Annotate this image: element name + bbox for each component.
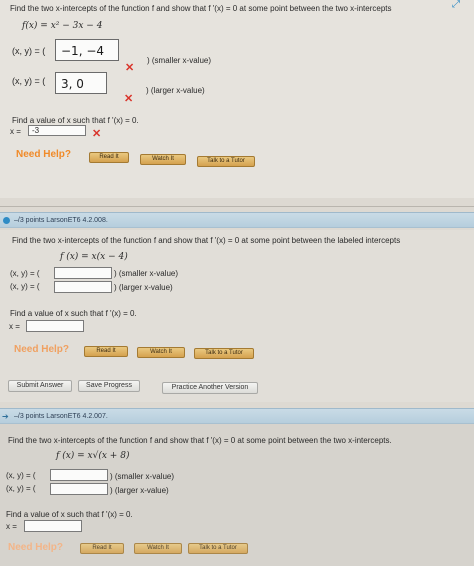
read-it-button[interactable]: Read It bbox=[84, 346, 128, 357]
smaller-x-answer-field[interactable] bbox=[54, 267, 112, 279]
practice-another-version-button[interactable]: Practice Another Version bbox=[162, 382, 258, 394]
larger-x-answer-field[interactable] bbox=[54, 281, 112, 293]
points-label: –/3 points LarsonET6 4.2.008. bbox=[14, 217, 108, 224]
talk-to-tutor-button[interactable]: Talk to a Tutor bbox=[188, 543, 248, 554]
read-it-button[interactable]: Read It bbox=[89, 152, 129, 163]
xy-label: (x, y) = ( bbox=[12, 46, 46, 56]
question-1: ⤢ Find the two x-intercepts of the funct… bbox=[0, 0, 474, 198]
larger-x-answer-field[interactable]: 3, 0 bbox=[55, 72, 107, 94]
larger-x-hint: ) (larger x-value) bbox=[114, 283, 173, 292]
xy-label: (x, y) = ( bbox=[12, 76, 46, 86]
incorrect-icon: ✕ bbox=[92, 128, 102, 140]
need-help-label: Need Help? bbox=[14, 344, 70, 355]
expand-icon[interactable]: ⤢ bbox=[452, 0, 470, 10]
smaller-x-hint: ) (smaller x-value) bbox=[147, 56, 212, 65]
talk-to-tutor-button[interactable]: Talk to a Tutor bbox=[197, 156, 255, 167]
question-2: Find the two x-intercepts of the functio… bbox=[0, 230, 474, 402]
chevron-right-icon: ➔ bbox=[2, 412, 9, 421]
xy-label: (x, y) = ( bbox=[10, 269, 40, 278]
save-progress-button[interactable]: Save Progress bbox=[78, 380, 140, 392]
larger-x-hint: ) (larger x-value) bbox=[146, 86, 205, 95]
x-answer-field[interactable]: -3 bbox=[28, 125, 86, 136]
section-divider bbox=[0, 206, 474, 207]
incorrect-icon: ✕ bbox=[124, 93, 134, 105]
watch-it-button[interactable]: Watch It bbox=[134, 543, 182, 554]
x-label: x = bbox=[9, 322, 20, 331]
question-3-header: ➔ –/3 points LarsonET6 4.2.007. bbox=[0, 408, 474, 424]
submit-answer-button[interactable]: Submit Answer bbox=[8, 380, 72, 392]
xy-label: (x, y) = ( bbox=[6, 471, 36, 480]
larger-x-hint: ) (larger x-value) bbox=[110, 486, 169, 495]
talk-to-tutor-button[interactable]: Talk to a Tutor bbox=[194, 348, 254, 359]
question-prompt: Find the two x-intercepts of the functio… bbox=[10, 4, 392, 13]
read-it-button[interactable]: Read It bbox=[80, 543, 124, 554]
larger-x-answer-field[interactable] bbox=[50, 483, 108, 495]
x-answer-field[interactable] bbox=[24, 520, 82, 532]
need-help-label: Need Help? bbox=[16, 149, 72, 160]
question-prompt: Find the two x-intercepts of the functio… bbox=[8, 436, 392, 445]
function-definition: f(x) = x² − 3x − 4 bbox=[22, 21, 103, 31]
xy-label: (x, y) = ( bbox=[10, 282, 40, 291]
question-3: Find the two x-intercepts of the functio… bbox=[0, 424, 474, 566]
find-prompt: Find a value of x such that f '(x) = 0. bbox=[10, 309, 137, 318]
incorrect-icon: ✕ bbox=[125, 62, 135, 74]
answer-value: −1, −4 bbox=[61, 44, 105, 58]
need-help-label: Need Help? bbox=[8, 542, 64, 553]
points-label: –/3 points LarsonET6 4.2.007. bbox=[14, 413, 108, 420]
function-definition: f (x) = x√(x + 8) bbox=[56, 451, 130, 461]
watch-it-button[interactable]: Watch It bbox=[137, 347, 185, 358]
function-definition: f (x) = x(x − 4) bbox=[60, 252, 128, 262]
find-prompt: Find a value of x such that f '(x) = 0. bbox=[6, 510, 133, 519]
watch-it-button[interactable]: Watch It bbox=[140, 154, 186, 165]
smaller-x-answer-field[interactable]: −1, −4 bbox=[55, 39, 119, 61]
x-answer-field[interactable] bbox=[26, 320, 84, 332]
smaller-x-hint: ) (smaller x-value) bbox=[110, 472, 175, 481]
smaller-x-answer-field[interactable] bbox=[50, 469, 108, 481]
answer-value: -3 bbox=[32, 126, 40, 135]
question-2-header: –/3 points LarsonET6 4.2.008. bbox=[0, 212, 474, 228]
answer-value: 3, 0 bbox=[61, 77, 84, 91]
smaller-x-hint: ) (smaller x-value) bbox=[114, 269, 179, 278]
xy-label: (x, y) = ( bbox=[6, 484, 36, 493]
x-label: x = bbox=[6, 522, 17, 531]
question-prompt: Find the two x-intercepts of the functio… bbox=[12, 236, 401, 245]
question-status-icon bbox=[3, 217, 10, 224]
x-label: x = bbox=[10, 127, 21, 136]
